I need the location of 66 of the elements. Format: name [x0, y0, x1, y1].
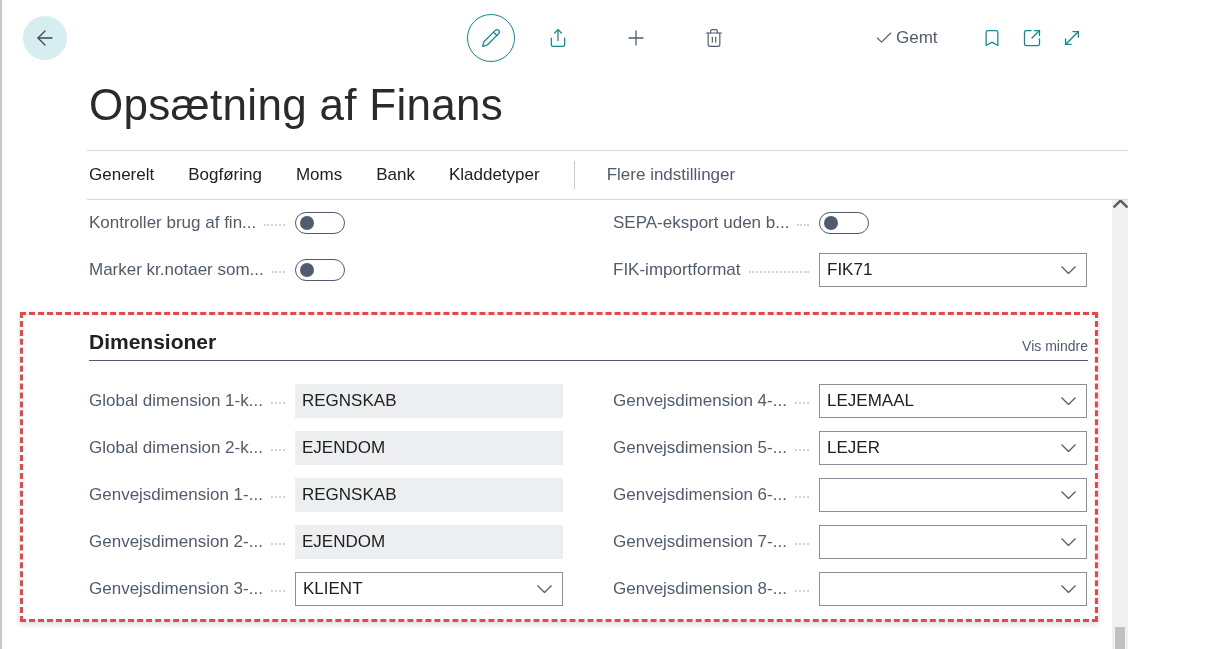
field-label: SEPA-eksport uden b...: [613, 213, 790, 234]
toggle-switch[interactable]: [295, 259, 345, 282]
pencil-icon: [481, 28, 501, 49]
dropdown-field[interactable]: FIK71: [819, 253, 1087, 288]
section-title: Dimensioner: [89, 329, 217, 354]
toggle-switch[interactable]: [295, 212, 345, 235]
page-title: Opsætning af Finans: [89, 82, 505, 131]
leader-line: [797, 224, 809, 227]
dropdown-field[interactable]: [819, 478, 1087, 513]
scrollbar[interactable]: [1112, 199, 1128, 649]
readonly-field: REGNSKAB: [295, 478, 563, 513]
saved-status: Gemt: [896, 28, 938, 49]
leader-line: [794, 590, 809, 593]
dropdown-field[interactable]: KLIENT: [295, 572, 563, 607]
tab[interactable]: Flere indstillinger: [604, 164, 738, 185]
chevron-down-icon: [1061, 266, 1076, 275]
leader-line: [270, 543, 285, 546]
chevron-down-icon: [1061, 444, 1076, 453]
field-label: FIK-importformat: [613, 260, 741, 281]
show-less-link[interactable]: Vis mindre: [1022, 337, 1088, 354]
dropdown-field[interactable]: [819, 525, 1087, 560]
trash-icon: [704, 28, 724, 49]
leader-line: [270, 496, 285, 499]
tab[interactable]: Generelt: [87, 164, 157, 185]
field-label: Genvejsdimension 7-...: [613, 532, 787, 553]
field-label: Genvejsdimension 2-...: [89, 532, 263, 553]
field-label: Marker kr.notaer som...: [89, 260, 264, 281]
leader-line: [270, 449, 285, 452]
leader-line: [271, 271, 285, 274]
readonly-field: REGNSKAB: [295, 384, 563, 419]
toggle-switch[interactable]: [819, 212, 869, 235]
leader-line: [794, 543, 809, 546]
chevron-down-icon: [537, 585, 552, 594]
chevron-down-icon: [1061, 397, 1076, 406]
field-label: Genvejsdimension 6-...: [613, 485, 787, 506]
tab[interactable]: Moms: [293, 164, 345, 185]
leader-line: [270, 402, 285, 405]
readonly-field: EJENDOM: [295, 431, 563, 466]
leader-line: [794, 449, 809, 452]
field-label: Kontroller brug af fin...: [89, 213, 257, 234]
open-in-new-window-icon: [1021, 28, 1042, 49]
leader-line: [264, 224, 285, 227]
field-label: Global dimension 2-k...: [89, 438, 263, 459]
chevron-down-icon: [1061, 538, 1076, 547]
back-button[interactable]: [23, 16, 67, 61]
tab[interactable]: Bank: [374, 164, 417, 185]
readonly-field: EJENDOM: [295, 525, 563, 560]
field-label: Genvejsdimension 5-...: [613, 438, 787, 459]
tab[interactable]: Kladdetyper: [446, 164, 542, 185]
field-label: Genvejsdimension 3-...: [89, 579, 263, 600]
dropdown-field[interactable]: LEJEMAAL: [819, 384, 1087, 419]
field-label: Genvejsdimension 1-...: [89, 485, 263, 506]
dropdown-field[interactable]: LEJER: [819, 431, 1087, 466]
leader-line: [270, 590, 285, 593]
field-label: Genvejsdimension 8-...: [613, 579, 787, 600]
chevron-down-icon: [1061, 491, 1076, 500]
field-label: Global dimension 1-k...: [89, 391, 263, 412]
field-label: Genvejsdimension 4-...: [613, 391, 787, 412]
dropdown-field[interactable]: [819, 572, 1087, 607]
leader-line: [794, 402, 809, 405]
leader-line: [748, 271, 809, 274]
share-icon: [548, 28, 568, 49]
tab[interactable]: Bogføring: [186, 164, 264, 185]
scrollbar-thumb[interactable]: [1115, 627, 1125, 649]
leader-line: [794, 496, 809, 499]
chevron-down-icon: [1061, 585, 1076, 594]
